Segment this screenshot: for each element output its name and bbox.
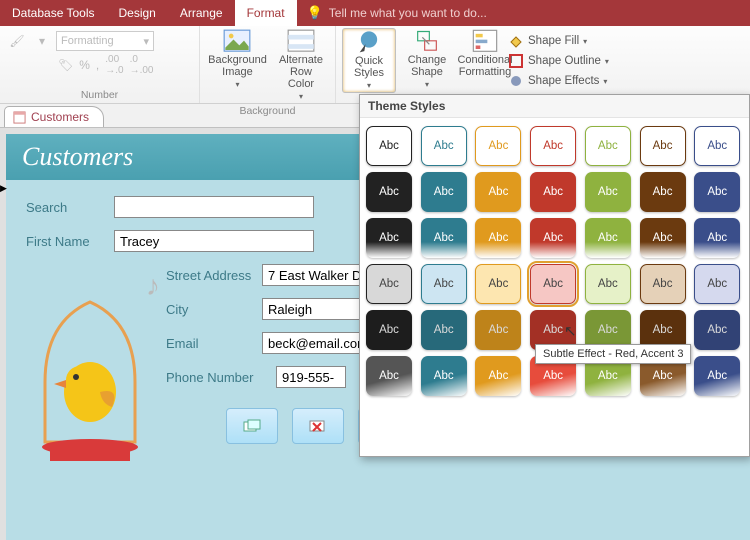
style-tooltip: Subtle Effect - Red, Accent 3 — [535, 344, 691, 364]
tab-format[interactable]: Format — [235, 0, 297, 26]
style-swatch[interactable]: Abc — [694, 310, 740, 350]
style-swatch[interactable]: Abc — [585, 172, 631, 212]
style-swatch[interactable]: Abc — [530, 264, 576, 304]
style-swatch[interactable]: Abc — [694, 356, 740, 396]
form-action-2-button[interactable] — [292, 408, 344, 444]
cursor-icon: ↖ — [564, 322, 577, 340]
style-swatch[interactable]: Abc — [475, 356, 521, 396]
style-swatch[interactable]: Abc — [366, 310, 412, 350]
increase-decimal-icon[interactable]: .00→.0 — [105, 54, 123, 76]
style-swatch[interactable]: Abc — [421, 310, 467, 350]
style-swatch[interactable]: Abc — [475, 172, 521, 212]
gallery-heading: Theme Styles — [360, 95, 749, 118]
first-name-label: First Name — [26, 234, 104, 249]
format-painter-icon[interactable]: 🖌 — [6, 31, 28, 51]
percent-icon[interactable]: % — [79, 58, 90, 72]
style-swatch[interactable]: Abc — [640, 172, 686, 212]
bird-cage-illustration — [30, 292, 150, 472]
tell-me-placeholder: Tell me what you want to do... — [329, 6, 487, 20]
picture-icon — [223, 30, 251, 52]
comma-icon[interactable]: , — [96, 58, 99, 72]
style-swatch[interactable]: Abc — [366, 264, 412, 304]
shape-fill-button[interactable]: Shape Fill▾ — [506, 32, 589, 50]
style-swatch[interactable]: Abc — [585, 218, 631, 258]
phone-input[interactable] — [276, 366, 346, 388]
ribbon-format: 🖌 ▾ Formatting▾ 🏷 % , .00→.0 .0→.00 Numb… — [0, 26, 750, 104]
style-swatch[interactable]: Abc — [366, 172, 412, 212]
style-swatch[interactable]: Abc — [366, 126, 412, 166]
form-icon — [13, 111, 26, 124]
alt-row-icon — [287, 30, 315, 52]
background-image-button[interactable]: Background Image ▾ — [206, 28, 269, 91]
quick-styles-icon — [355, 31, 383, 53]
style-swatch[interactable]: Abc — [421, 264, 467, 304]
style-swatch[interactable]: Abc — [640, 264, 686, 304]
decrease-decimal-icon[interactable]: .0→.00 — [130, 54, 154, 76]
first-name-input[interactable] — [114, 230, 314, 252]
style-swatch[interactable]: Abc — [694, 172, 740, 212]
style-swatch[interactable]: Abc — [530, 126, 576, 166]
style-swatch[interactable]: Abc — [475, 218, 521, 258]
style-swatch[interactable]: Abc — [530, 172, 576, 212]
tab-database-tools[interactable]: Database Tools — [0, 0, 107, 26]
email-label: Email — [166, 336, 252, 351]
action-delete-icon — [309, 419, 327, 433]
brush-icon[interactable]: ▾ — [31, 31, 53, 51]
change-shape-icon — [413, 30, 441, 52]
style-swatch[interactable]: Abc — [366, 356, 412, 396]
style-swatch[interactable]: Abc — [421, 218, 467, 258]
cond-fmt-icon — [471, 30, 499, 52]
bulb-icon: 💡 — [307, 5, 323, 21]
shape-effects-button[interactable]: Shape Effects▾ — [506, 72, 609, 90]
quick-styles-button[interactable]: Quick Styles ▾ — [342, 28, 396, 93]
style-swatch[interactable]: Abc — [366, 218, 412, 258]
doc-tab-customers[interactable]: Customers — [4, 106, 104, 127]
search-label: Search — [26, 200, 104, 215]
phone-label: Phone Number — [166, 370, 266, 385]
style-swatch[interactable]: Abc — [421, 126, 467, 166]
alternate-row-color-button[interactable]: Alternate Row Color ▾ — [273, 28, 329, 103]
change-shape-button[interactable]: Change Shape ▾ — [400, 28, 454, 91]
tab-arrange[interactable]: Arrange — [168, 0, 235, 26]
quick-styles-gallery: Theme Styles AbcAbcAbcAbcAbcAbcAbcAbcAbc… — [359, 94, 750, 457]
city-label: City — [166, 302, 252, 317]
action-icon — [243, 419, 261, 433]
style-swatch[interactable]: Abc — [475, 310, 521, 350]
style-swatch[interactable]: Abc — [585, 264, 631, 304]
style-swatch[interactable]: Abc — [421, 172, 467, 212]
tell-me-search[interactable]: 💡 Tell me what you want to do... — [297, 0, 750, 26]
style-swatch[interactable]: Abc — [640, 126, 686, 166]
form-action-1-button[interactable] — [226, 408, 278, 444]
style-swatch[interactable]: Abc — [640, 218, 686, 258]
tab-design[interactable]: Design — [107, 0, 168, 26]
street-label: Street Address — [166, 268, 252, 283]
style-swatch[interactable]: Abc — [694, 218, 740, 258]
style-swatch[interactable]: Abc — [475, 264, 521, 304]
search-input[interactable] — [114, 196, 314, 218]
style-swatch[interactable]: Abc — [530, 218, 576, 258]
style-swatch[interactable]: Abc — [694, 264, 740, 304]
style-swatch[interactable]: Abc — [421, 356, 467, 396]
group-background-label: Background — [206, 103, 329, 119]
group-number-label: Number — [6, 87, 193, 103]
style-swatch[interactable]: Abc — [475, 126, 521, 166]
style-swatch[interactable]: Abc — [585, 126, 631, 166]
format-number-select[interactable]: Formatting▾ — [56, 31, 154, 51]
shape-outline-button[interactable]: Shape Outline▾ — [506, 52, 611, 70]
currency-icon[interactable]: 🏷 — [58, 58, 73, 72]
style-swatch[interactable]: Abc — [694, 126, 740, 166]
